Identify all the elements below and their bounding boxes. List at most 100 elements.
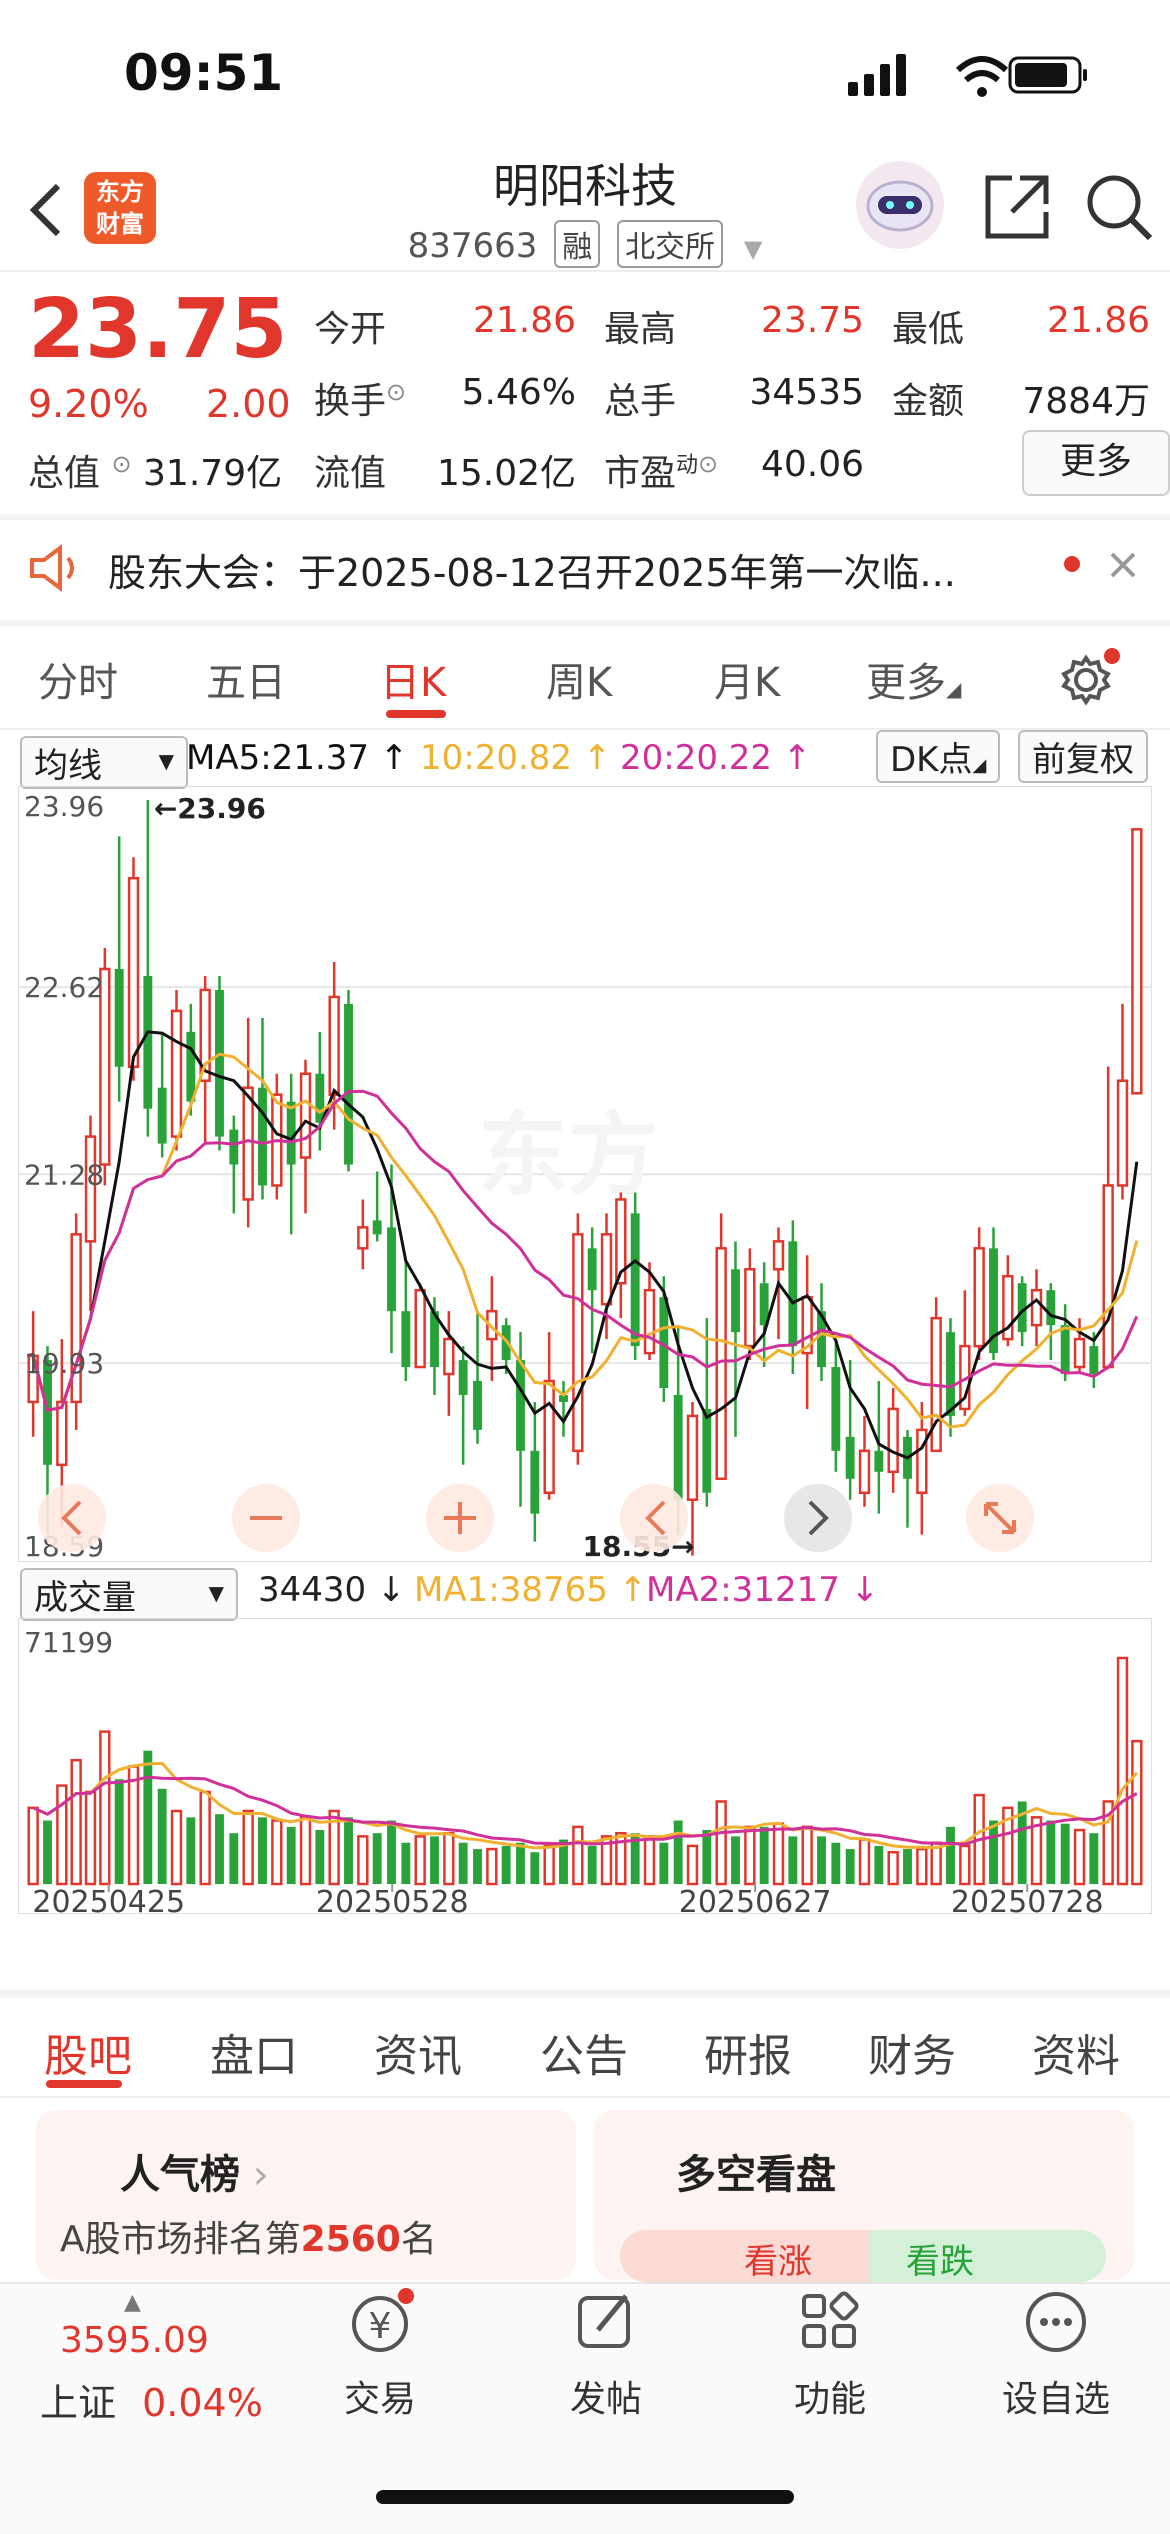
volume-selector[interactable]: 成交量 ▼ [20,1568,238,1621]
change-amount: 2.00 [206,382,291,426]
info-dots-icon: ⊙ [386,378,407,406]
mktcap-row[interactable]: 总值 ⊙ 31.79亿 [28,444,282,496]
candle-up [686,1414,699,1501]
price-axis-label: 21.28 [24,1158,104,1191]
open-label: 今开 [314,309,387,350]
tab-research[interactable]: 研报 [704,2020,792,2084]
candle-up [328,995,340,1096]
volume-bar-up [686,1844,699,1886]
candle-up [858,1449,871,1494]
volume-bar-up [443,1831,455,1886]
tab-monthly-k[interactable]: 月K [714,650,780,708]
kline-chart[interactable]: 东方 23.9622.6221.2819.9318.59 ←23.96 18.5… [18,786,1152,1562]
volume-now: 34430 ↓ [258,1570,406,1610]
tab-weekly-k[interactable]: 周K [546,650,612,708]
volume-bar-up [27,1806,39,1886]
candle-down [401,1311,411,1368]
date-label: 20250728 [951,1885,1104,1914]
tab-forum[interactable]: 股吧 [44,2020,132,2084]
nav-post[interactable]: 发帖 [516,2282,696,2422]
float-label: 流值 [314,453,387,494]
tab-news[interactable]: 资讯 [374,2020,462,2084]
index-value[interactable]: 3595.09 [60,2320,209,2361]
volume-value: 34535 [749,372,864,413]
candle-down [114,968,124,1067]
tab-daily-k[interactable]: 日K [380,650,446,708]
amount-label: 金额 [892,381,965,422]
volume-bar-down [1060,1823,1070,1884]
volume-bar-up [887,1851,899,1886]
candle-up [414,1288,426,1369]
more-button[interactable]: 更多 [1022,430,1170,496]
forward-adjust-button[interactable]: 前复权 [1018,730,1148,783]
volume-bar-down [157,1788,167,1884]
volume-bar-up [242,1809,254,1886]
volume-bar-down [458,1842,468,1884]
ma10-value: 10:20.82 ↑ [420,738,612,778]
volume-bar-down [258,1817,267,1884]
margin-badge: 融 [554,220,601,268]
ma20-value: 20:20.22 ↑ [620,738,812,778]
volume-bar-up [414,1835,426,1886]
price-axis-label: 23.96 [24,790,104,823]
candle-down [315,1073,325,1123]
candle-down [473,1381,482,1430]
nav-functions[interactable]: 功能 [740,2282,920,2422]
candle-down [1046,1290,1056,1326]
tab-more[interactable]: 更多◢ [866,650,961,708]
vol-ma2: MA2:31217 ↓ [646,1570,880,1610]
candle-down [630,1213,640,1347]
tab-announcements[interactable]: 公告 [540,2020,628,2084]
tab-profile[interactable]: 资料 [1032,2020,1120,2084]
volume-bar-up [199,1790,211,1886]
date-label: 20250627 [679,1885,832,1914]
share-icon[interactable] [982,172,1052,242]
pe-value: 40.06 [760,444,864,485]
mktcap-value: 31.79亿 [143,453,283,494]
volume-bar-up [486,1847,498,1886]
candle-down [731,1269,740,1333]
active-tab-underline [386,710,446,718]
ma-selector[interactable]: 均线 ▼ [20,736,188,789]
tab-five-day[interactable]: 五日 [206,650,286,708]
candle-down [344,1003,353,1165]
volume-bar-up [271,1819,283,1886]
volume-bar-down [143,1750,153,1884]
dk-point-button[interactable]: DK点◢ [876,730,1001,783]
volume-chart[interactable]: 71199 20250425 20250528 20250627 20250728 [18,1618,1152,1914]
nav-trade[interactable]: ¥ 交易 [290,2282,470,2422]
volume-bar-up [357,1835,369,1886]
tab-financials[interactable]: 财务 [868,2020,956,2084]
candle-down [702,1408,712,1493]
volume-bar-down [874,1845,884,1884]
popularity-title: 人气榜 › [120,2152,269,2198]
speaker-icon [30,544,74,592]
scroll-next-button [784,1484,852,1552]
date-label: 20250425 [32,1885,185,1914]
turnover-value: 5.46% [461,372,576,413]
tab-intraday[interactable]: 分时 [38,650,118,708]
info-dots-icon: ⊙ [698,450,719,478]
search-icon[interactable] [1084,172,1156,244]
volume-bar-up [572,1825,584,1886]
scroll-left-button [38,1484,106,1552]
pencil-icon [578,2294,630,2348]
volume-bar-down [516,1842,525,1884]
robot-assistant-icon[interactable] [852,160,948,250]
tab-handicap[interactable]: 盘口 [210,2020,298,2084]
index-up-arrow-icon: ▲ [124,2290,141,2315]
candle-up [242,1086,254,1201]
unread-dot [1064,556,1080,572]
more-icon [1026,2292,1086,2352]
settings-gear-icon[interactable] [1056,646,1128,710]
candle-up [887,1407,899,1474]
float-value: 15.02亿 [436,453,576,494]
notice-text[interactable]: 股东大会：于2025-08-12召开2025年第一次临... [108,542,956,597]
index-row[interactable]: 上证 0.04% [40,2372,263,2427]
candle-up [572,1233,584,1453]
candle-up [1131,828,1143,1095]
close-icon[interactable] [1108,550,1138,580]
volume-bar-down [587,1845,597,1884]
candle-up [1102,1184,1114,1369]
nav-add-watchlist[interactable]: 设自选 [966,2282,1146,2422]
